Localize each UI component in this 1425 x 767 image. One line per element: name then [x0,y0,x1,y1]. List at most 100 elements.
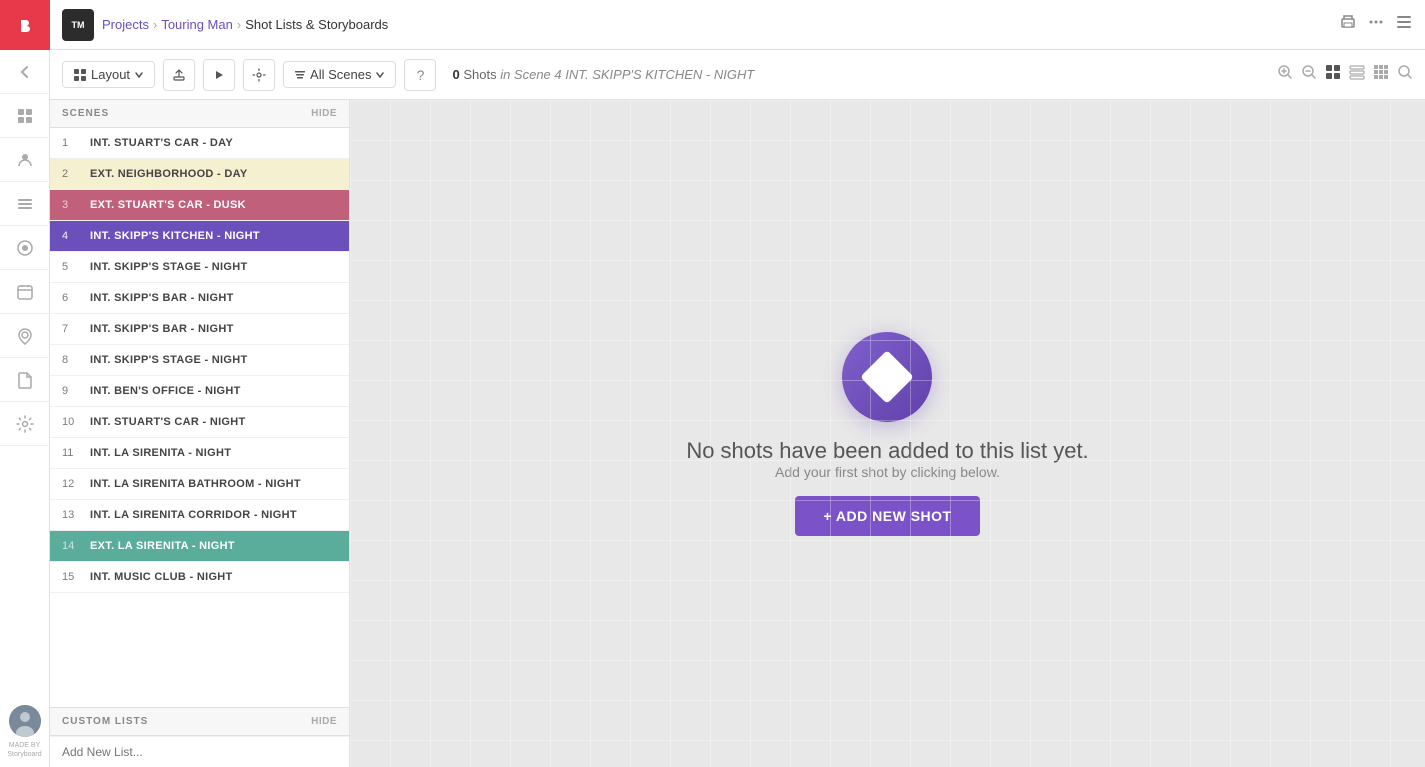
scene-name: INT. LA SIRENITA CORRIDOR - NIGHT [90,509,297,521]
custom-lists-hide-btn[interactable]: HIDE [311,716,337,727]
scene-item[interactable]: 8 INT. SKIPP'S STAGE - NIGHT [50,345,349,376]
help-button[interactable]: ? [404,59,436,91]
search-icon[interactable] [1397,64,1413,85]
scenes-list: 1 INT. STUART'S CAR - DAY 2 EXT. NEIGHBORHO… [50,128,349,707]
shots-count: 0 [452,67,459,82]
scene-item[interactable]: 11INT. LA SIRENITA - NIGHT [50,438,349,469]
layout-label: Layout [91,67,130,82]
scene-number: 2 [62,168,82,180]
scene-number: 6 [62,292,82,304]
scene-name: INT. LA SIRENITA - NIGHT [90,447,231,459]
nav-locations[interactable] [0,314,50,358]
scene-item[interactable]: 5 INT. SKIPP'S STAGE - NIGHT [50,252,349,283]
scene-number: 10 [62,416,82,428]
scene-active-indicator [50,221,53,251]
scene-name: INT. SKIPP'S KITCHEN - NIGHT [90,230,260,242]
breadcrumb-project[interactable]: Touring Man [161,17,233,32]
scene-name: INT. MUSIC CLUB - NIGHT [90,571,233,583]
grid-view-icon[interactable] [1325,64,1341,85]
scene-name: EXT. STUART'S CAR - DUSK [90,199,246,211]
scene-number: 13 [62,509,82,521]
nav-files[interactable] [0,358,50,402]
scene-filter-dropdown[interactable]: All Scenes [283,61,396,88]
left-navigation: MADE BY Storyboard [0,0,50,767]
shots-context: in Scene 4 INT. SKIPP'S KITCHEN - NIGHT [500,67,754,82]
scene-item[interactable]: 13 INT. LA SIRENITA CORRIDOR - NIGHT [50,500,349,531]
dots-icon[interactable] [1367,13,1385,36]
scene-name: INT. BEN'S OFFICE - NIGHT [90,385,241,397]
scene-number: 3 [62,199,82,211]
export-button[interactable] [163,59,195,91]
list-view-icon[interactable] [1395,13,1413,36]
top-bar-actions [1339,13,1413,36]
scene-number: 7 [62,323,82,335]
scene-name: INT. STUART'S CAR - NIGHT [90,416,246,428]
scene-item[interactable]: 2 EXT. NEIGHBORHOOD - DAY [50,159,349,190]
scene-number: 9 [62,385,82,397]
add-list-input[interactable] [50,736,349,767]
project-logo: TM [62,9,94,41]
avatar[interactable] [9,705,41,737]
scene-item[interactable]: 12INT. LA SIRENITA BATHROOM - NIGHT [50,469,349,500]
nav-storyboard[interactable] [0,94,50,138]
nav-elements[interactable] [0,226,50,270]
breadcrumb-current: Shot Lists & Storyboards [245,17,388,32]
nav-schedule[interactable] [0,270,50,314]
layout-button[interactable]: Layout [62,61,155,88]
scene-item[interactable]: 1 INT. STUART'S CAR - DAY [50,128,349,159]
nav-characters[interactable] [0,138,50,182]
breadcrumb-sep-2: › [237,17,241,32]
scenes-hide-btn[interactable]: HIDE [311,108,337,119]
scene-name: INT. SKIPP'S BAR - NIGHT [90,323,234,335]
sidebar: SCENES HIDE 1 INT. STUART'S CAR - DAY 2 EXT… [50,100,350,767]
empty-state-title: No shots have been added to this list ye… [686,438,1088,464]
app-logo-icon [0,0,50,50]
settings-button[interactable] [243,59,275,91]
scene-item[interactable]: 4 INT. SKIPP'S KITCHEN - NIGHT [50,221,349,252]
scene-name: INT. SKIPP'S STAGE - NIGHT [90,354,248,366]
scene-item[interactable]: 10 INT. STUART'S CAR - NIGHT [50,407,349,438]
shots-info: 0 Shots in Scene 4 INT. SKIPP'S KITCHEN … [452,67,754,82]
scene-number: 1 [62,137,82,149]
nav-lists[interactable] [0,182,50,226]
main-container: TM Projects › Touring Man › Shot Lists &… [50,0,1425,767]
scenes-title: SCENES [62,108,109,119]
diamond-shape [861,350,915,404]
add-shot-button[interactable]: + ADD NEW SHOT [795,496,979,536]
print-icon[interactable] [1339,13,1357,36]
empty-state-icon [842,332,932,422]
scene-item[interactable]: 9 INT. BEN'S OFFICE - NIGHT [50,376,349,407]
custom-lists-section: CUSTOM LISTS HIDE [50,707,349,767]
zoom-in-icon[interactable] [1277,64,1293,85]
scene-number: 8 [62,354,82,366]
scene-name: INT. LA SIRENITA BATHROOM - NIGHT [90,478,301,490]
top-bar: TM Projects › Touring Man › Shot Lists &… [50,0,1425,50]
scene-number: 4 [62,230,82,242]
scene-name: INT. SKIPP'S STAGE - NIGHT [90,261,248,273]
scene-item[interactable]: 3 EXT. STUART'S CAR - DUSK [50,190,349,221]
empty-state-subtitle: Add your first shot by clicking below. [686,464,1088,480]
custom-lists-header: CUSTOM LISTS HIDE [50,708,349,736]
scene-name: EXT. NEIGHBORHOOD - DAY [90,168,247,180]
scene-item[interactable]: 15 INT. MUSIC CLUB - NIGHT [50,562,349,593]
custom-lists-title: CUSTOM LISTS [62,716,148,727]
nav-settings[interactable] [0,402,50,446]
scenes-header: SCENES HIDE [50,100,349,128]
compact-view-icon[interactable] [1373,64,1389,85]
scene-number: 15 [62,571,82,583]
nav-back[interactable] [0,50,50,94]
list-view-icon[interactable] [1349,64,1365,85]
scene-name: EXT. LA SIRENITA - NIGHT [90,540,235,552]
scene-item[interactable]: 6INT. SKIPP'S BAR - NIGHT [50,283,349,314]
zoom-out-icon[interactable] [1301,64,1317,85]
breadcrumb-projects[interactable]: Projects [102,17,149,32]
content-area: SCENES HIDE 1 INT. STUART'S CAR - DAY 2 EXT… [50,100,1425,767]
scene-number: 5 [62,261,82,273]
scene-name: INT. STUART'S CAR - DAY [90,137,233,149]
breadcrumb: Projects › Touring Man › Shot Lists & St… [102,17,388,32]
scene-item[interactable]: 7 INT. SKIPP'S BAR - NIGHT [50,314,349,345]
toolbar: Layout All Scenes ? 0 Shots in Scene 4 I… [50,50,1425,100]
play-button[interactable] [203,59,235,91]
scene-item[interactable]: 14EXT. LA SIRENITA - NIGHT [50,531,349,562]
main-canvas: No shots have been added to this list ye… [350,100,1425,767]
